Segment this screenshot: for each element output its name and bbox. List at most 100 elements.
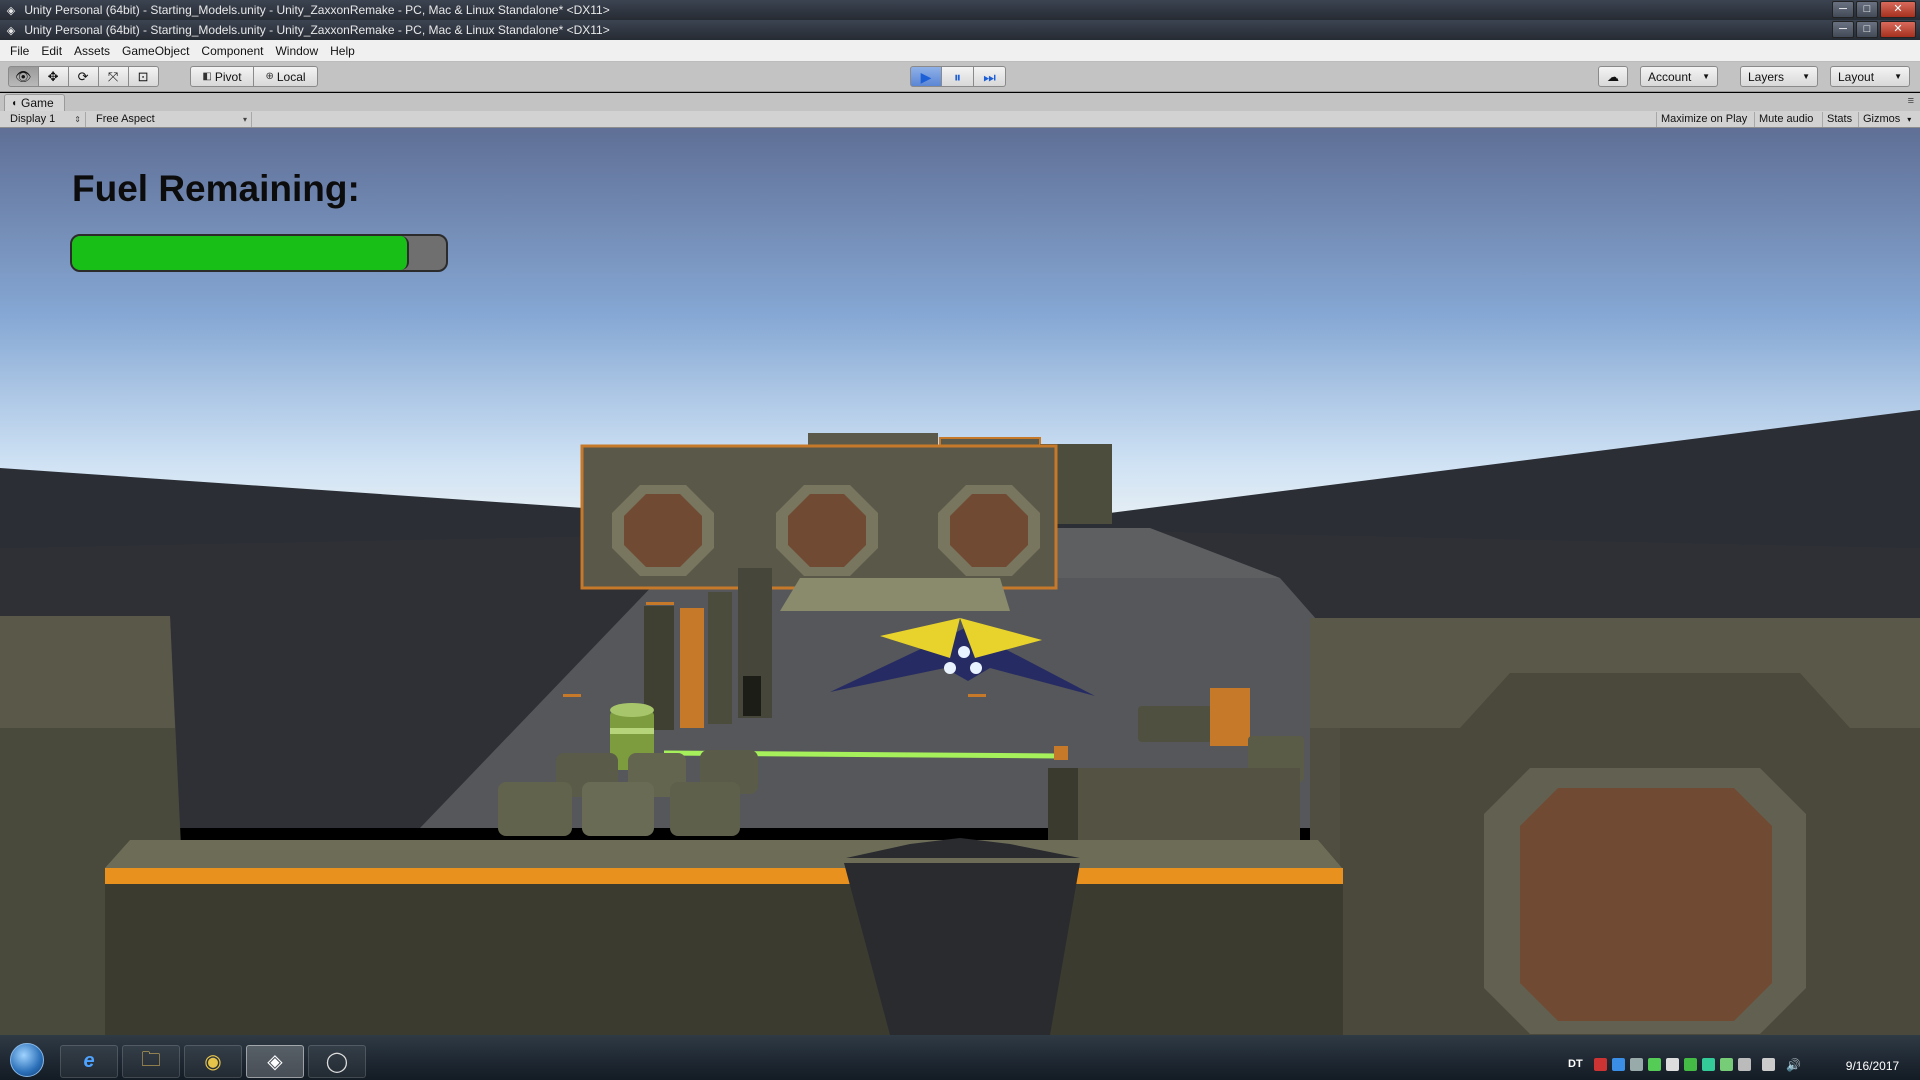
tab-game-label: Game [21, 96, 54, 110]
app-icon: ◯ [325, 1051, 349, 1073]
taskbar-ie[interactable]: e [60, 1045, 118, 1078]
cloud-icon: ☁ [1607, 69, 1619, 84]
play-icon: ▶ [920, 68, 932, 85]
tray-icon-3[interactable] [1630, 1058, 1643, 1071]
rotate-tool-button[interactable]: ⟳ [68, 66, 99, 87]
tray-icon-2[interactable] [1612, 1058, 1625, 1071]
tray-icon-5[interactable] [1666, 1058, 1679, 1071]
chevron-down-icon: ▾ [1907, 115, 1912, 124]
minimize-button[interactable]: ─ [1832, 21, 1854, 38]
local-button[interactable]: ⊕ Local [254, 66, 318, 87]
orange-ledge [105, 868, 1343, 884]
pacman-icon: ◖ [11, 97, 18, 109]
close-button[interactable]: ✕ [1880, 21, 1916, 38]
tab-game[interactable]: ◖ Game [4, 94, 65, 111]
layers-dropdown[interactable]: Layers ▼ [1740, 66, 1818, 87]
pivot-button[interactable]: ◧ Pivot [190, 66, 254, 87]
title-bar-back: ◈ Unity Personal (64bit) - Starting_Mode… [0, 0, 1920, 20]
menu-bar: File Edit Assets GameObject Component Wi… [0, 40, 1920, 62]
pause-icon: ⏸ [954, 68, 961, 85]
restore-button[interactable]: □ [1856, 21, 1878, 38]
layout-label: Layout [1838, 69, 1875, 84]
maximize-on-play-toggle[interactable]: Maximize on Play [1656, 112, 1751, 127]
mute-audio-toggle[interactable]: Mute audio [1754, 112, 1817, 127]
game-tab-bar: ◖ Game ≡ [0, 93, 1920, 111]
pivot-icon: ◧ [202, 70, 212, 82]
toolbar: 👁 ✥ ⟳ ⤧ ⊡ ◧ Pivot ⊕ Local ▶ ⏸ ⏭ ☁ Account ▼… [0, 62, 1920, 92]
display-label: Display 1 [10, 113, 56, 125]
stats-toggle[interactable]: Stats [1822, 112, 1856, 127]
network-icon[interactable] [1762, 1058, 1775, 1071]
minimize-button[interactable]: ─ [1832, 1, 1854, 18]
windows-start-icon [10, 1043, 44, 1077]
move-icon: ✥ [47, 69, 59, 84]
taskbar-app[interactable]: ◯ [308, 1045, 366, 1078]
title-bar: ◈ Unity Personal (64bit) - Starting_Mode… [0, 20, 1920, 40]
taskbar-unity[interactable]: ◈ [246, 1045, 304, 1078]
aspect-label: Free Aspect [96, 113, 155, 125]
panel-menu-icon[interactable]: ≡ [1908, 95, 1914, 107]
play-controls: ▶ ⏸ ⏭ [910, 66, 1006, 87]
fuel-bar [70, 234, 448, 272]
chevron-down-icon: ▾ [242, 115, 247, 124]
display-dropdown[interactable]: Display 1 ⇕ [6, 112, 86, 127]
taskbar-chrome[interactable]: ◉ [184, 1045, 242, 1078]
aspect-dropdown[interactable]: Free Aspect ▾ [92, 112, 252, 127]
game-controls-bar: Display 1 ⇕ Free Aspect ▾ Maximize on Play… [0, 111, 1920, 128]
menu-assets[interactable]: Assets [68, 40, 116, 62]
unity-icon: ◈ [267, 1051, 283, 1073]
start-button[interactable] [2, 1040, 52, 1080]
ie-icon: e [83, 1050, 95, 1072]
cloud-button[interactable]: ☁ [1598, 66, 1628, 87]
unity-logo-icon: ◈ [6, 25, 16, 37]
chevron-updown-icon: ⇕ [74, 115, 81, 124]
step-icon: ⏭ [983, 68, 996, 85]
unity-editor-window: ◈ Unity Personal (64bit) - Starting_Mode… [0, 0, 1920, 1080]
step-button[interactable]: ⏭ [974, 66, 1006, 87]
chevron-down-icon: ▼ [1702, 72, 1710, 81]
local-label: Local [276, 69, 306, 84]
chrome-icon: ◉ [204, 1051, 222, 1073]
pause-button[interactable]: ⏸ [942, 66, 974, 87]
account-dropdown[interactable]: Account ▼ [1640, 66, 1718, 87]
menu-gameobject[interactable]: GameObject [116, 40, 195, 62]
fuel-bar-fill [72, 236, 409, 270]
move-tool-button[interactable]: ✥ [38, 66, 69, 87]
menu-file[interactable]: File [4, 40, 35, 62]
menu-edit[interactable]: Edit [35, 40, 68, 62]
gizmos-label: Gizmos [1863, 113, 1901, 125]
game-viewport[interactable]: Fuel Remaining: [0, 128, 1920, 1035]
pivot-label: Pivot [214, 69, 242, 84]
menu-help[interactable]: Help [324, 40, 361, 62]
hand-tool-button[interactable]: 👁 [8, 66, 39, 87]
tray-icon-9[interactable] [1738, 1058, 1751, 1071]
scale-tool-button[interactable]: ⤧ [98, 66, 129, 87]
tray-label[interactable]: DT [1568, 1058, 1586, 1071]
menu-component[interactable]: Component [195, 40, 269, 62]
chevron-down-icon: ▼ [1802, 72, 1810, 81]
rect-icon: ⊡ [137, 69, 149, 84]
menu-window[interactable]: Window [269, 40, 324, 62]
gizmos-dropdown[interactable]: Gizmos ▾ [1858, 112, 1914, 127]
taskbar-explorer[interactable]: 🗀 [122, 1045, 180, 1078]
tray-icon-8[interactable] [1720, 1058, 1733, 1071]
scale-icon: ⤧ [107, 69, 119, 84]
volume-icon[interactable]: 🔊 [1786, 1058, 1801, 1072]
close-button[interactable]: ✕ [1880, 1, 1916, 18]
globe-icon: ⊕ [265, 70, 274, 82]
chevron-down-icon: ▼ [1894, 72, 1902, 81]
tray-icon-7[interactable] [1702, 1058, 1715, 1071]
tray-icon-1[interactable] [1594, 1058, 1607, 1071]
play-button[interactable]: ▶ [910, 66, 942, 87]
system-clock[interactable]: 9/16/2017 [1830, 1059, 1915, 1073]
transform-tools: 👁 ✥ ⟳ ⤧ ⊡ [8, 66, 159, 87]
window-title: Unity Personal (64bit) - Starting_Models… [24, 23, 610, 37]
rect-tool-button[interactable]: ⊡ [128, 66, 159, 87]
layers-label: Layers [1748, 69, 1785, 84]
tray-icon-4[interactable] [1648, 1058, 1661, 1071]
layout-dropdown[interactable]: Layout ▼ [1830, 66, 1910, 87]
eye-icon: 👁 [15, 69, 32, 84]
unity-logo-icon: ◈ [6, 5, 16, 17]
tray-icon-6[interactable] [1684, 1058, 1697, 1071]
maximize-button[interactable]: □ [1856, 1, 1878, 18]
